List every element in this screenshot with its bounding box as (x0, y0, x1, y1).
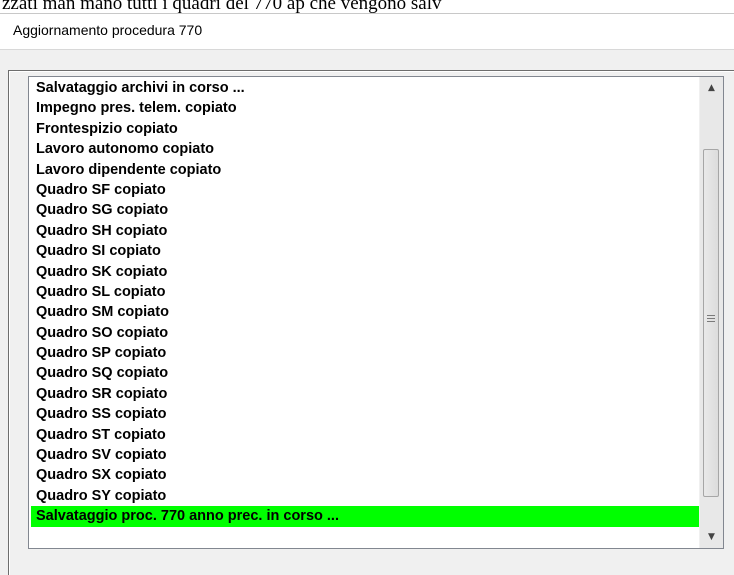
dialog-client-area: Salvataggio archivi in corso ... Impegno … (0, 50, 734, 575)
list-item[interactable]: Quadro SV copiato (31, 445, 699, 465)
list-item[interactable]: Quadro SR copiato (31, 384, 699, 404)
list-item[interactable]: Quadro ST copiato (31, 425, 699, 445)
scroll-down-button[interactable]: ▼ (700, 526, 723, 548)
list-item[interactable]: Quadro SH copiato (31, 221, 699, 241)
list-item[interactable]: Quadro SY copiato (31, 486, 699, 506)
arrow-up-icon: ▲ (708, 83, 715, 93)
list-item[interactable]: Quadro SO copiato (31, 323, 699, 343)
list-item[interactable]: Quadro SQ copiato (31, 363, 699, 383)
list-item[interactable]: Quadro SX copiato (31, 465, 699, 485)
list-item[interactable]: Quadro SG copiato (31, 200, 699, 220)
list-item[interactable]: Quadro SF copiato (31, 180, 699, 200)
list-item[interactable]: Quadro SM copiato (31, 302, 699, 322)
dialog-window: Aggiornamento procedura 770 Salvataggio … (0, 13, 734, 575)
list-item[interactable]: Quadro SI copiato (31, 241, 699, 261)
list-item[interactable]: Quadro SK copiato (31, 262, 699, 282)
list-item-selected[interactable]: Salvataggio proc. 770 anno prec. in cors… (31, 506, 699, 527)
grip-icon (707, 315, 715, 322)
scroll-thumb[interactable] (703, 149, 719, 497)
window-title: Aggiornamento procedura 770 (13, 22, 203, 38)
listbox-items: Salvataggio archivi in corso ... Impegno … (31, 78, 699, 547)
title-bar[interactable]: Aggiornamento procedura 770 (0, 14, 734, 50)
list-item[interactable]: Lavoro dipendente copiato (31, 160, 699, 180)
list-item[interactable]: Quadro SP copiato (31, 343, 699, 363)
scroll-up-button[interactable]: ▲ (700, 77, 723, 99)
arrow-down-icon: ▼ (708, 532, 715, 542)
list-item[interactable]: Quadro SS copiato (31, 404, 699, 424)
vertical-scrollbar[interactable]: ▲ ▼ (699, 77, 723, 548)
list-item[interactable]: Impegno pres. telem. copiato (31, 98, 699, 118)
list-item[interactable]: Lavoro autonomo copiato (31, 139, 699, 159)
list-item[interactable]: Salvataggio archivi in corso ... (31, 78, 699, 98)
list-item[interactable]: Frontespizio copiato (31, 119, 699, 139)
list-item[interactable]: Quadro SL copiato (31, 282, 699, 302)
progress-listbox[interactable]: Salvataggio archivi in corso ... Impegno … (28, 76, 724, 549)
